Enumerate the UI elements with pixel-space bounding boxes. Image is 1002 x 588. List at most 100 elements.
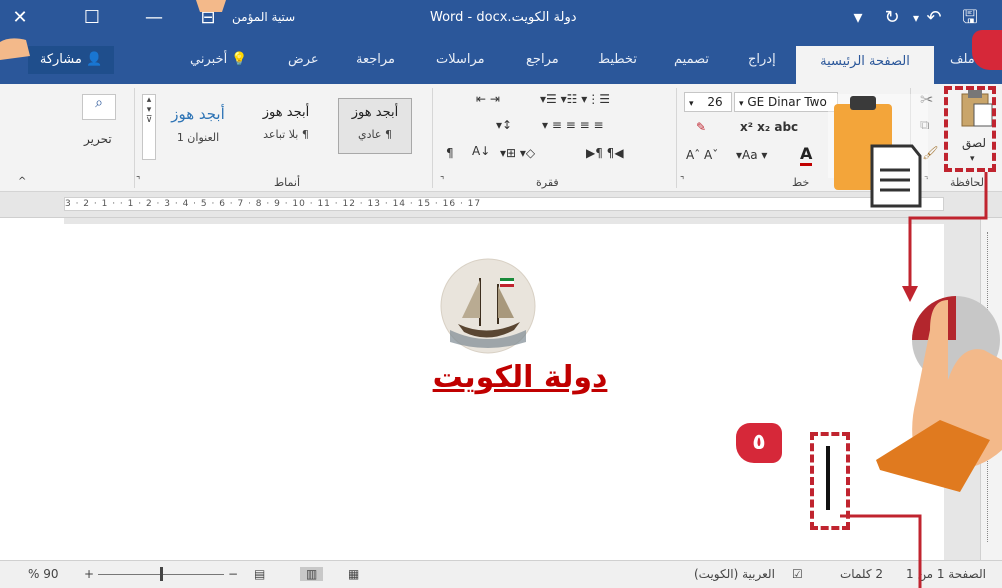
style-normal-name: ¶ عادي (358, 128, 392, 141)
step-badge-top (972, 30, 1002, 70)
text-cursor (826, 446, 830, 510)
style-normal[interactable]: أبجد هوز ¶ عادي (338, 98, 412, 154)
word-window: ✕ ☐ — ⊟ ستية المؤمن Word - docx.دولة الك… (0, 0, 1002, 588)
style-heading1-preview: أبجد هوز (171, 105, 225, 123)
search-icon[interactable]: ⌕ (82, 94, 116, 120)
format-painter-icon[interactable]: 🖌 (922, 146, 939, 161)
grow-shrink-font-icons[interactable]: Aˆ Aˇ (686, 148, 718, 162)
person-icon: 👤 (85, 52, 103, 67)
paste-highlight (944, 86, 996, 172)
close-icon[interactable]: ✕ (8, 6, 32, 30)
ribbon: ⌕ تحرير ^ ▴ ▾ ⊽ أبجد هوز العنوان 1 أبجد هو… (0, 84, 1002, 192)
align-buttons[interactable]: ▾ ≡ ≡ ≡ ≡ (542, 118, 604, 132)
page-indicator[interactable]: الصفحة 1 من 1 (906, 567, 986, 581)
maximize-icon[interactable]: ☐ (80, 6, 104, 30)
collapse-ribbon-icon[interactable]: ^ (18, 176, 26, 187)
font-size-dropdown[interactable]: ▾ 26 (684, 92, 732, 112)
kuwait-ship-image (440, 258, 536, 354)
step-badge: ٥ (736, 423, 782, 463)
horizontal-ruler[interactable]: 3 · 2 · 1 · · 1 · 2 · 3 · 4 · 5 · 6 · 7 … (0, 192, 1002, 218)
line-spacing-icon[interactable]: ▾↕ (496, 118, 512, 132)
status-bar: 90 % + − ▤ ▥ ▦ العربية (الكويت) ☑ 2 كلما… (0, 560, 1002, 588)
ruler-scale: 3 · 2 · 1 · · 1 · 2 · 3 · 4 · 5 · 6 · 7 … (64, 197, 944, 211)
clipboard-group-label: الحافظة (950, 176, 988, 189)
tab-references[interactable]: مراجع (526, 52, 559, 67)
copy-icon[interactable]: ⧉ (920, 118, 929, 133)
styles-launcher-icon[interactable]: ⌝ (136, 176, 140, 186)
document-title: Word - docx.دولة الكويت (430, 10, 577, 25)
cursor-highlight (810, 432, 850, 530)
style-normal-preview: أبجد هوز (351, 105, 399, 120)
style-heading1[interactable]: أبجد هوز العنوان 1 (160, 98, 236, 154)
read-mode-icon[interactable]: ▦ (348, 567, 359, 581)
redo-icon[interactable]: ↻ (880, 6, 904, 30)
language-indicator[interactable]: العربية (الكويت) (694, 567, 775, 581)
cut-icon[interactable]: ✂ (920, 90, 933, 109)
font-name-value: GE Dinar Two (747, 95, 827, 109)
document-heading[interactable]: دولة الكويت (380, 360, 660, 395)
styles-scroll[interactable]: ▴ ▾ ⊽ (142, 94, 156, 160)
proofing-icon[interactable]: ☑ (792, 567, 803, 581)
style-no-spacing-name: ¶ بلا تباعد (263, 128, 309, 141)
undo-icon[interactable]: ↶ (922, 6, 946, 30)
separator (134, 88, 135, 188)
save-icon[interactable]: 🖫 (958, 6, 982, 30)
zoom-slider-thumb[interactable] (160, 567, 163, 581)
chevron-down-icon: ▾ (689, 99, 694, 109)
tab-layout[interactable]: تخطيط (598, 52, 637, 67)
style-no-spacing[interactable]: أبجد هوز ¶ بلا تباعد (246, 98, 326, 154)
change-case-button[interactable]: ▾Aa ▾ (736, 148, 767, 162)
change-case-label: Aa (742, 148, 758, 162)
list-buttons[interactable]: ▾☰ ▾☷ ▾⋮☰ (540, 92, 610, 106)
styles-group-label: أنماط (274, 176, 301, 189)
separator (432, 88, 433, 188)
tab-home[interactable]: الصفحة الرئيسية (796, 46, 934, 84)
clipboard-launcher-icon[interactable]: ⌝ (924, 176, 928, 186)
clear-format-icon[interactable]: ✎ (696, 120, 706, 134)
title-bar: ✕ ☐ — ⊟ ستية المؤمن Word - docx.دولة الك… (0, 0, 1002, 38)
ruler-ticks: 3 · 2 · 1 · · 1 · 2 · 3 · 4 · 5 · 6 · 7 … (65, 199, 482, 209)
style-no-spacing-preview: أبجد هوز (262, 105, 310, 120)
indent-buttons[interactable]: ⇤ ⇥ (476, 92, 500, 106)
chevron-down-icon: ▾ (739, 99, 744, 109)
font-launcher-icon[interactable]: ⌝ (680, 176, 684, 186)
user-name[interactable]: ستية المؤمن (232, 10, 295, 24)
editing-button[interactable]: تحرير (84, 132, 112, 146)
style-heading1-name: العنوان 1 (176, 131, 220, 144)
separator (910, 88, 911, 188)
web-layout-icon[interactable]: ▤ (254, 567, 265, 581)
ribbon-display-icon[interactable]: ⊟ (196, 6, 220, 30)
zoom-in-icon[interactable]: + (84, 567, 94, 581)
direction-icons[interactable]: ▶¶ ¶◀ (586, 146, 624, 160)
tab-review[interactable]: مراجعة (356, 52, 395, 67)
separator (676, 88, 677, 188)
paragraph-launcher-icon[interactable]: ⌝ (440, 176, 444, 186)
sort-icon[interactable]: A↓ (472, 144, 490, 158)
ribbon-tabs: 👤 مشاركة 💡 أخبرني عرض مراجعة مراسلات مرا… (0, 38, 1002, 84)
tab-mailings[interactable]: مراسلات (436, 52, 485, 67)
share-button[interactable]: 👤 مشاركة (28, 46, 114, 74)
font-group-label: خط (792, 176, 810, 189)
customize-quick-access-icon[interactable]: ▾ (846, 6, 870, 30)
zoom-out-icon[interactable]: − (228, 567, 238, 581)
vertical-ruler[interactable] (980, 218, 1002, 560)
vruler-ticks (987, 232, 995, 542)
font-color-icon[interactable]: A (800, 144, 813, 166)
tab-file[interactable]: ملف (950, 52, 975, 67)
word-count[interactable]: 2 كلمات (840, 567, 883, 581)
paragraph-group-label: فقرة (536, 176, 559, 189)
print-layout-icon[interactable]: ▥ (300, 567, 324, 581)
minimize-icon[interactable]: — (142, 6, 166, 30)
tab-view[interactable]: عرض (288, 52, 319, 67)
show-marks-icon[interactable]: ¶ (446, 146, 454, 160)
font-name-dropdown[interactable]: ▾ GE Dinar Two (734, 92, 838, 112)
tab-design[interactable]: تصميم (674, 52, 709, 67)
borders-shading-icons[interactable]: ▾⊞ ▾◇ (500, 146, 535, 160)
font-size-value: 26 (707, 95, 723, 109)
lightbulb-icon: 💡 (231, 52, 248, 67)
zoom-level[interactable]: 90 % (28, 567, 59, 581)
superscript-subscript-icons[interactable]: x² x₂ abc (740, 120, 798, 134)
tab-tell-me[interactable]: 💡 أخبرني (190, 52, 248, 67)
tab-insert[interactable]: إدراج (748, 52, 776, 67)
share-label: مشاركة (39, 52, 82, 67)
